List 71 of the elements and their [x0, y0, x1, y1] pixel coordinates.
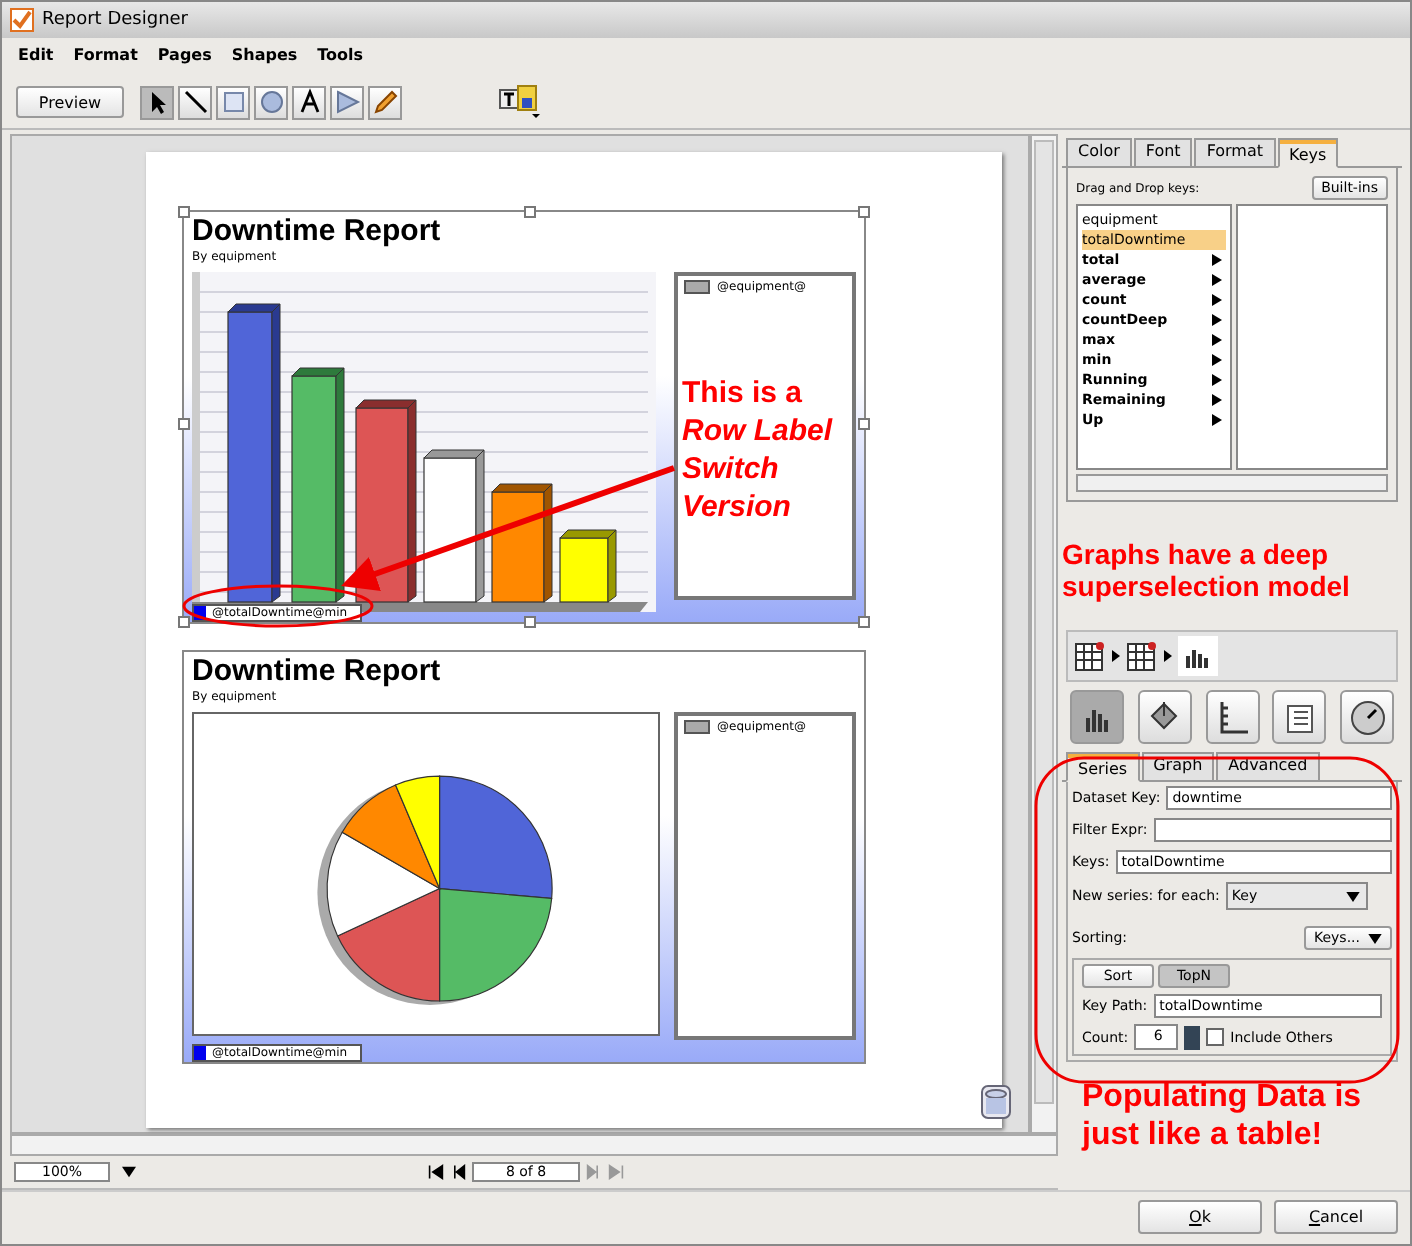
line-icon [181, 88, 209, 116]
polygon-tool[interactable] [330, 85, 364, 119]
tab[interactable]: Format [1194, 138, 1276, 166]
previous-page-icon[interactable] [450, 1164, 466, 1180]
text-icon [295, 88, 323, 116]
paint-bucket-button[interactable] [1137, 690, 1192, 744]
tab[interactable]: Graph [1141, 752, 1215, 780]
menu-item[interactable]: Tools [317, 46, 364, 64]
cancel-button[interactable]: Cancel [1274, 1200, 1398, 1234]
arrow-icon [1112, 650, 1120, 662]
database-icon[interactable] [980, 1084, 1012, 1120]
vertical-scrollbar[interactable] [1030, 134, 1058, 1134]
preview-button[interactable]: Preview [16, 86, 124, 118]
first-page-icon[interactable] [428, 1164, 444, 1180]
horizontal-scrollbar[interactable] [1076, 474, 1388, 492]
selection-handle[interactable] [178, 417, 190, 429]
tab[interactable]: Keys [1277, 138, 1339, 168]
menu-item[interactable]: Pages [157, 46, 212, 64]
legend-swatch-icon [683, 720, 710, 734]
annotation-text: Populating Data is just like a table! [1079, 1078, 1364, 1154]
tab[interactable]: Advanced [1216, 752, 1320, 780]
table-icon[interactable] [1126, 640, 1158, 672]
pencil-icon [371, 88, 399, 116]
list-button[interactable] [1272, 690, 1327, 744]
report-title: Downtime Report [192, 216, 443, 248]
menu-item[interactable]: Format [73, 46, 138, 64]
window-title: Report Designer [42, 10, 189, 30]
tab[interactable]: Color [1066, 138, 1132, 166]
axis-button[interactable] [1205, 690, 1259, 744]
selection-handle[interactable] [178, 616, 190, 628]
menu-item[interactable]: Shapes [231, 46, 298, 64]
line-tool[interactable] [178, 85, 212, 119]
spinner-icon[interactable] [1184, 1025, 1201, 1049]
text-format-icon[interactable] [498, 84, 542, 120]
rect-icon [219, 88, 247, 116]
annotation-text: This is a Row Label Switch Version [682, 374, 835, 526]
selection-handle[interactable] [524, 616, 536, 628]
text-tool[interactable] [292, 85, 326, 119]
pointer-tool[interactable] [140, 85, 174, 119]
selection-handle[interactable] [858, 206, 870, 218]
gauge-icon [1347, 697, 1387, 737]
tab[interactable]: Series [1066, 752, 1140, 782]
selection-handle[interactable] [178, 206, 190, 218]
app-logo-icon [10, 8, 34, 32]
bar-chart-icon[interactable] [1178, 636, 1218, 676]
bar [559, 529, 617, 603]
tab[interactable]: Font [1133, 138, 1193, 166]
report-title: Downtime Report [192, 656, 443, 688]
legend-swatch-icon [683, 280, 710, 294]
gauge-button[interactable] [1340, 690, 1394, 744]
arrow-icon [1164, 650, 1172, 662]
caret-icon [1346, 891, 1360, 901]
horizontal-scrollbar[interactable] [10, 1134, 1058, 1156]
oval-tool[interactable] [254, 85, 288, 119]
selection-handle[interactable] [524, 206, 536, 218]
polygon-icon [333, 88, 361, 116]
menu-item[interactable]: Edit [18, 46, 54, 64]
ok-button[interactable]: Ok [1138, 1200, 1262, 1234]
selection-handle[interactable] [858, 417, 870, 429]
series-swatch-icon [194, 1046, 206, 1060]
annotation-text: Graphs have a deep superselection model [1062, 536, 1352, 606]
oval-icon [257, 88, 285, 116]
selection-handle[interactable] [858, 616, 870, 628]
bar [491, 483, 553, 603]
table-icon[interactable] [1074, 640, 1106, 672]
input-field[interactable] [1153, 818, 1392, 842]
bar-chart-button[interactable] [1070, 690, 1124, 744]
caret-icon [1368, 933, 1382, 943]
checkbox[interactable] [1206, 1028, 1225, 1046]
dropdown-icon[interactable] [122, 1166, 136, 1178]
pencil-tool[interactable] [368, 85, 402, 119]
